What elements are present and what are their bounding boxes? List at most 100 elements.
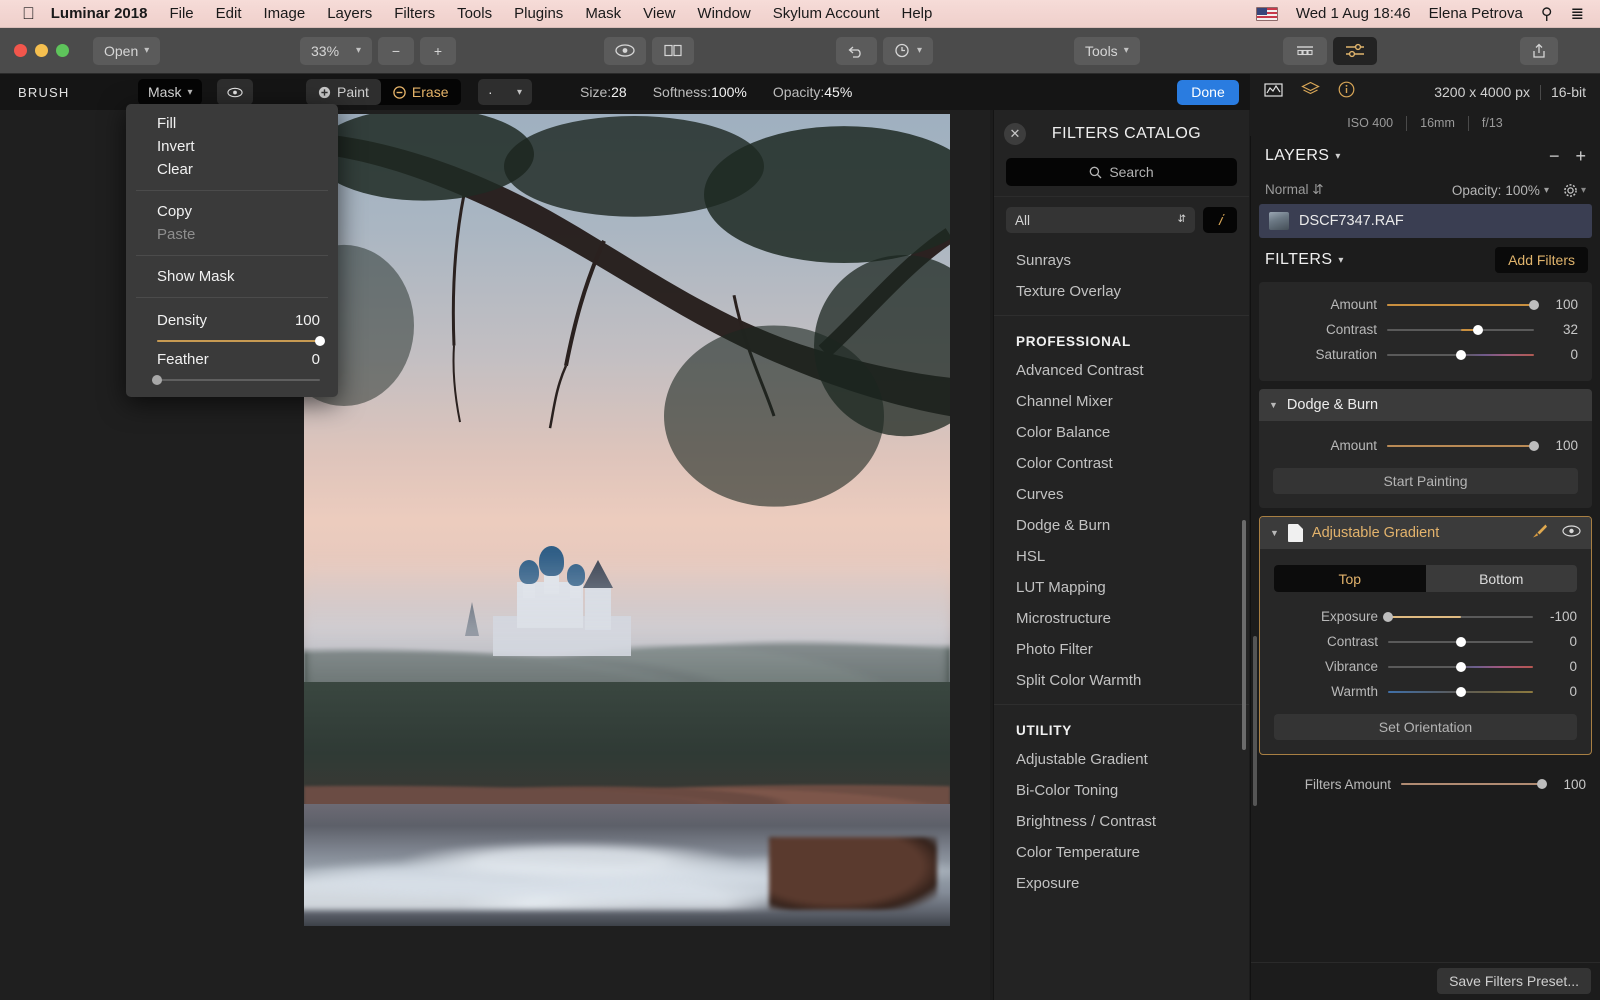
catalog-item-dodge-burn[interactable]: Dodge & Burn: [994, 510, 1249, 541]
mask-menu-clear[interactable]: Clear: [126, 158, 338, 181]
dodge-burn-header[interactable]: ▼ Dodge & Burn: [1259, 389, 1592, 421]
menu-window[interactable]: Window: [697, 5, 750, 22]
vibrance-track[interactable]: [1388, 661, 1533, 672]
menu-mask[interactable]: Mask: [585, 5, 621, 22]
catalog-item-color-contrast[interactable]: Color Contrast: [994, 448, 1249, 479]
menu-image[interactable]: Image: [264, 5, 306, 22]
catalog-item-brightness-contrast[interactable]: Brightness / Contrast: [994, 806, 1249, 837]
menubar-user[interactable]: Elena Petrova: [1429, 5, 1523, 22]
window-controls[interactable]: [14, 44, 69, 57]
preview-toggle-button[interactable]: [604, 36, 646, 65]
add-layer-button[interactable]: +: [1575, 146, 1586, 167]
brush-size-stat[interactable]: Size:28: [580, 84, 627, 100]
mask-menu-show-mask[interactable]: Show Mask: [126, 265, 338, 288]
filters-title[interactable]: FILTERS ▾: [1265, 251, 1344, 269]
catalog-item-color-balance[interactable]: Color Balance: [994, 417, 1249, 448]
g-contrast-track[interactable]: [1388, 636, 1533, 647]
erase-button[interactable]: Erase: [381, 79, 461, 105]
exposure-knob[interactable]: [1383, 611, 1393, 622]
mask-dropdown-button[interactable]: Mask ▾: [138, 79, 203, 105]
maximize-window-button[interactable]: [56, 44, 69, 57]
start-painting-button[interactable]: Start Painting: [1273, 468, 1578, 494]
feather-knob[interactable]: [152, 375, 162, 385]
share-button[interactable]: [1520, 36, 1558, 65]
catalog-item-split-color-warmth[interactable]: Split Color Warmth: [994, 665, 1249, 696]
gradient-warmth-slider[interactable]: Warmth 0: [1260, 679, 1591, 704]
tab-top[interactable]: Top: [1274, 565, 1426, 592]
photo-image[interactable]: [304, 114, 950, 926]
filters-amount-knob[interactable]: [1537, 779, 1547, 789]
contrast-track[interactable]: [1387, 324, 1534, 335]
catalog-item-hsl[interactable]: HSL: [994, 541, 1249, 572]
close-window-button[interactable]: [14, 44, 27, 57]
minimize-window-button[interactable]: [35, 44, 48, 57]
mask-menu-invert[interactable]: Invert: [126, 135, 338, 158]
menu-edit[interactable]: Edit: [216, 5, 242, 22]
brush-opacity-stat[interactable]: Opacity:45%: [773, 84, 852, 100]
save-filters-preset-button[interactable]: Save Filters Preset...: [1437, 968, 1591, 994]
mask-density-slider[interactable]: Density 100: [126, 307, 338, 346]
saturation-track[interactable]: [1387, 349, 1534, 360]
menu-file[interactable]: File: [169, 5, 193, 22]
catalog-item-photo-filter[interactable]: Photo Filter: [994, 634, 1249, 665]
compare-button[interactable]: [652, 36, 694, 65]
close-icon[interactable]: ✕: [1004, 123, 1026, 145]
filters-amount-row[interactable]: Filters Amount 100: [1251, 763, 1600, 805]
set-orientation-button[interactable]: Set Orientation: [1274, 714, 1577, 740]
adjustments-toggle-button[interactable]: [1333, 36, 1377, 65]
feather-track[interactable]: [152, 375, 320, 385]
vibrance-knob[interactable]: [1455, 661, 1466, 672]
menu-skylum-account[interactable]: Skylum Account: [773, 5, 880, 22]
filmstrip-toggle-button[interactable]: [1283, 36, 1327, 65]
blend-mode-select[interactable]: Normal ⇵: [1265, 182, 1324, 198]
mask-feather-slider[interactable]: Feather 0: [126, 346, 338, 385]
triangle-down-icon[interactable]: ▼: [1269, 400, 1278, 410]
catalog-category-select[interactable]: All ⇵: [1006, 207, 1195, 233]
catalog-info-button[interactable]: 𝑖: [1203, 207, 1237, 233]
db-amount-track[interactable]: [1387, 440, 1539, 451]
menu-tools[interactable]: Tools: [457, 5, 492, 22]
zoom-level-select[interactable]: 33% ▾: [300, 36, 372, 65]
eye-icon[interactable]: [1562, 525, 1581, 541]
catalog-item-exposure[interactable]: Exposure: [994, 868, 1249, 899]
amount-knob[interactable]: [1529, 299, 1539, 310]
slider-saturation[interactable]: Saturation 0: [1259, 342, 1592, 367]
tools-button[interactable]: Tools ▾: [1074, 36, 1140, 65]
brush-preset-select[interactable]: · ▾: [478, 79, 532, 105]
saturation-knob[interactable]: [1455, 349, 1466, 360]
catalog-item-channel-mixer[interactable]: Channel Mixer: [994, 386, 1249, 417]
catalog-item-lut-mapping[interactable]: LUT Mapping: [994, 572, 1249, 603]
history-button[interactable]: ▾: [883, 36, 934, 65]
add-filters-button[interactable]: Add Filters: [1495, 247, 1588, 273]
catalog-item-curves[interactable]: Curves: [994, 479, 1249, 510]
menu-plugins[interactable]: Plugins: [514, 5, 563, 22]
zoom-in-button[interactable]: +: [420, 36, 456, 65]
menu-view[interactable]: View: [643, 5, 675, 22]
catalog-item-microstructure[interactable]: Microstructure: [994, 603, 1249, 634]
mask-menu-copy[interactable]: Copy: [126, 200, 338, 223]
catalog-item-bi-color-toning[interactable]: Bi-Color Toning: [994, 775, 1249, 806]
triangle-down-icon[interactable]: ▼: [1270, 528, 1279, 538]
dodge-burn-amount-slider[interactable]: Amount 100: [1259, 433, 1592, 458]
warmth-knob[interactable]: [1455, 686, 1466, 697]
density-track[interactable]: [157, 336, 325, 346]
apple-logo-icon[interactable]: : [22, 5, 35, 22]
layer-settings-button[interactable]: ▾: [1563, 183, 1586, 198]
menu-help[interactable]: Help: [901, 5, 932, 22]
done-button[interactable]: Done: [1177, 79, 1239, 105]
slider-contrast[interactable]: Contrast 32: [1259, 317, 1592, 342]
catalog-scrollbar[interactable]: [1242, 520, 1246, 750]
menu-app-name[interactable]: Luminar 2018: [51, 5, 148, 22]
brush-icon[interactable]: [1529, 523, 1548, 544]
catalog-item-advanced-contrast[interactable]: Advanced Contrast: [994, 355, 1249, 386]
catalog-search-input[interactable]: Search: [1006, 158, 1237, 186]
catalog-item-adjustable-gradient[interactable]: Adjustable Gradient: [994, 744, 1249, 775]
histogram-icon[interactable]: [1264, 82, 1283, 103]
mask-menu-fill[interactable]: Fill: [126, 112, 338, 135]
catalog-list[interactable]: Sunrays Texture Overlay PROFESSIONAL Adv…: [994, 241, 1249, 1000]
db-amount-knob[interactable]: [1529, 440, 1539, 451]
layer-row[interactable]: DSCF7347.RAF: [1259, 204, 1592, 238]
mask-document-icon[interactable]: [1287, 524, 1303, 542]
catalog-item-texture-overlay[interactable]: Texture Overlay: [994, 276, 1249, 307]
open-button[interactable]: Open ▾: [93, 36, 161, 65]
